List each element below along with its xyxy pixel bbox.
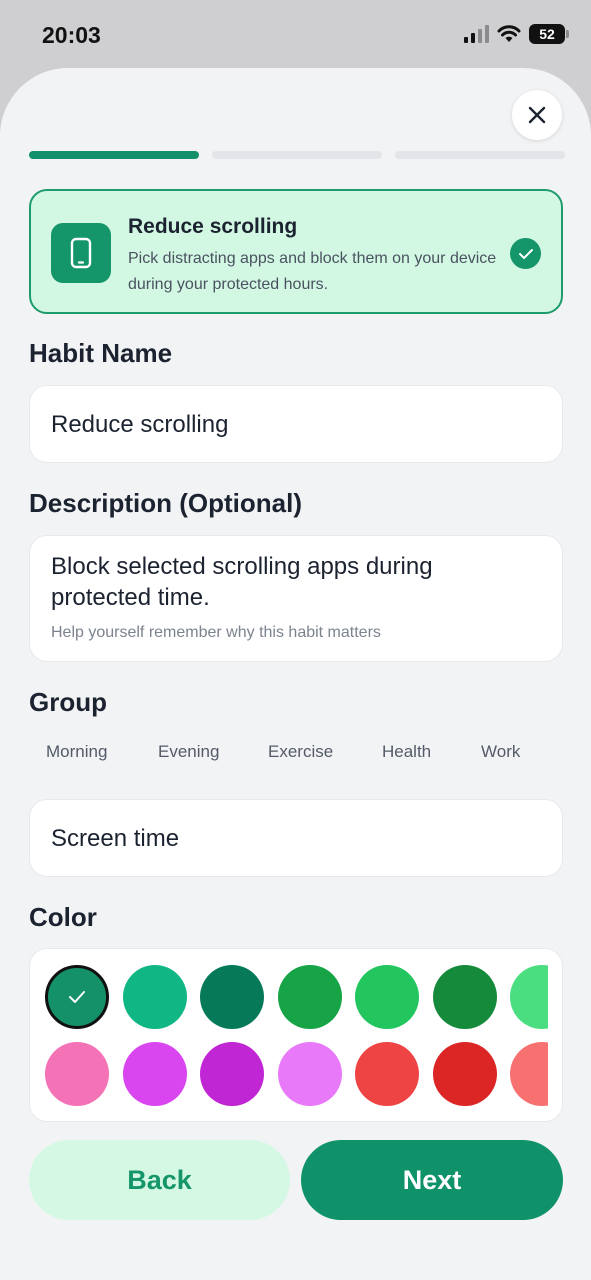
signal-icon — [464, 25, 489, 43]
group-chip-work[interactable]: Work — [481, 742, 520, 762]
habit-name-value: Reduce scrolling — [51, 411, 229, 438]
status-bar: 20:03 52 — [0, 0, 591, 70]
color-swatch[interactable] — [277, 1042, 342, 1106]
group-chip-morning[interactable]: Morning — [46, 742, 107, 762]
color-picker — [29, 948, 563, 1122]
group-chip-exercise[interactable]: Exercise — [268, 742, 333, 762]
check-icon — [510, 238, 541, 269]
close-icon — [528, 106, 546, 124]
step-progress — [29, 151, 565, 159]
color-swatch[interactable] — [277, 965, 342, 1029]
progress-step-2 — [212, 151, 382, 159]
description-label: Description (Optional) — [29, 488, 302, 518]
color-swatch[interactable] — [45, 965, 109, 1029]
color-swatch[interactable] — [200, 1042, 264, 1106]
description-input[interactable]: Block selected scrolling apps during pro… — [29, 535, 563, 662]
battery-icon: 52 — [529, 24, 569, 44]
template-title: Reduce scrolling — [128, 215, 298, 238]
group-label: Group — [29, 687, 107, 717]
group-chip-health[interactable]: Health — [382, 742, 431, 762]
back-button[interactable]: Back — [29, 1140, 290, 1220]
next-button[interactable]: Next — [301, 1140, 563, 1220]
color-swatch[interactable] — [510, 1042, 548, 1106]
color-swatch[interactable] — [122, 965, 187, 1029]
color-swatch[interactable] — [355, 965, 419, 1029]
group-value: Screen time — [51, 825, 180, 852]
color-swatch[interactable] — [510, 965, 548, 1029]
group-chip-evening[interactable]: Evening — [158, 742, 219, 762]
description-value: Block selected scrolling apps during pro… — [51, 553, 433, 611]
template-icon-container — [51, 223, 111, 283]
progress-step-1 — [29, 151, 199, 159]
phone-icon — [70, 237, 92, 269]
close-button[interactable] — [512, 90, 562, 140]
template-description: Pick distracting apps and block them on … — [128, 250, 497, 293]
color-label: Color — [29, 902, 97, 932]
progress-step-3 — [395, 151, 565, 159]
habit-name-label: Habit Name — [29, 338, 173, 368]
status-time: 20:03 — [42, 22, 101, 48]
wifi-icon — [497, 25, 521, 42]
color-swatch[interactable] — [200, 965, 264, 1029]
color-swatch[interactable] — [432, 1042, 497, 1106]
color-swatch[interactable] — [355, 1042, 419, 1106]
status-icons: 52 — [464, 24, 569, 44]
check-icon — [69, 991, 85, 1003]
color-swatch[interactable] — [122, 1042, 187, 1106]
color-swatch[interactable] — [432, 965, 497, 1029]
color-swatch-row — [30, 949, 548, 1121]
template-card-reduce-scrolling[interactable]: Reduce scrolling Pick distracting apps a… — [29, 189, 563, 314]
habit-name-input[interactable]: Reduce scrolling — [29, 385, 563, 463]
color-swatch[interactable] — [45, 1042, 109, 1106]
description-hint: Help yourself remember why this habit ma… — [51, 624, 381, 641]
group-chips: Morning Evening Exercise Health Work — [29, 742, 563, 768]
battery-level: 52 — [539, 26, 555, 42]
group-input[interactable]: Screen time — [29, 799, 563, 877]
